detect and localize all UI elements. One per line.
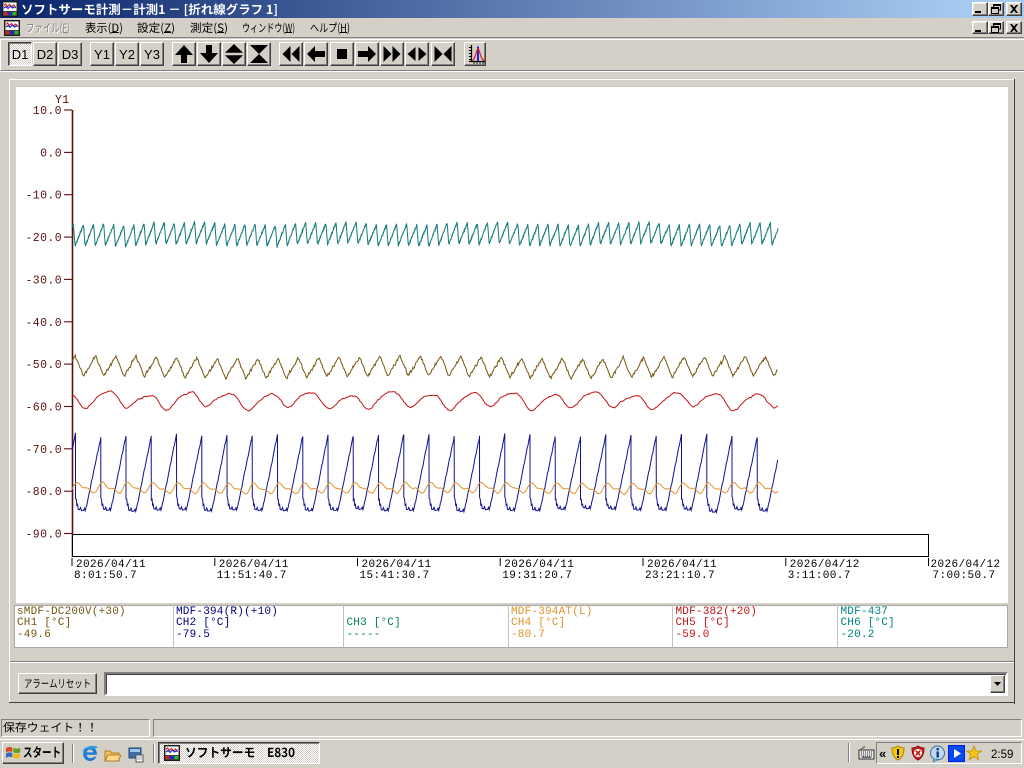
svg-text:-80.0: -80.0 — [25, 486, 62, 499]
svg-text:-20.0: -20.0 — [25, 232, 62, 245]
svg-text:7:00:50.7: 7:00:50.7 — [933, 570, 996, 582]
svg-text:-40.0: -40.0 — [25, 317, 62, 330]
svg-text:23:21:10.7: 23:21:10.7 — [645, 570, 715, 582]
svg-text:3:11:00.7: 3:11:00.7 — [788, 570, 851, 582]
svg-text:19:31:20.7: 19:31:20.7 — [502, 570, 572, 582]
svg-text:Y1: Y1 — [55, 94, 70, 107]
svg-text:-60.0: -60.0 — [25, 402, 62, 415]
svg-text:11:51:40.7: 11:51:40.7 — [217, 570, 287, 582]
svg-text:8:01:50.7: 8:01:50.7 — [74, 570, 137, 582]
svg-text:15:41:30.7: 15:41:30.7 — [360, 570, 430, 582]
svg-text:0.0: 0.0 — [40, 147, 62, 160]
svg-text:-10.0: -10.0 — [25, 190, 62, 203]
svg-text:-30.0: -30.0 — [25, 274, 62, 287]
svg-text:-50.0: -50.0 — [25, 359, 62, 372]
svg-text:-90.0: -90.0 — [25, 529, 62, 542]
svg-text:-70.0: -70.0 — [25, 444, 62, 457]
